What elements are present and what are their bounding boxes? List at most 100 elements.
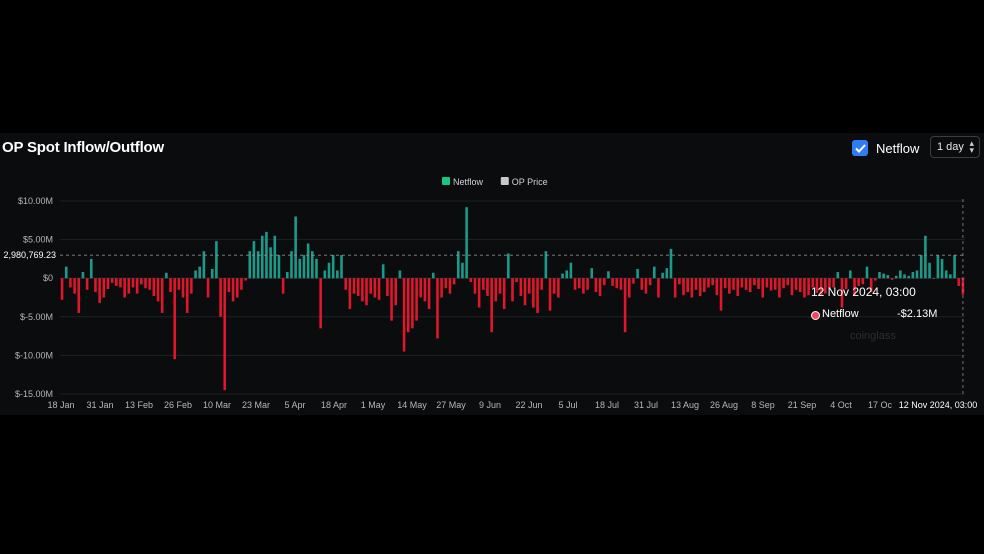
netflow-bar[interactable] <box>890 278 894 280</box>
netflow-bar[interactable] <box>365 278 368 306</box>
netflow-bar[interactable] <box>782 278 785 289</box>
netflow-bar[interactable] <box>582 278 585 294</box>
netflow-bar[interactable] <box>465 207 468 279</box>
netflow-bar[interactable] <box>623 278 627 333</box>
netflow-bar[interactable] <box>269 247 272 279</box>
netflow-bar[interactable] <box>306 243 310 279</box>
netflow-bar[interactable] <box>586 278 589 290</box>
netflow-bar[interactable] <box>461 262 464 279</box>
netflow-bar[interactable] <box>177 278 181 290</box>
netflow-bar[interactable] <box>98 278 101 303</box>
netflow-bar[interactable] <box>532 278 535 308</box>
netflow-bar[interactable] <box>761 278 765 298</box>
netflow-bar[interactable] <box>719 278 723 311</box>
netflow-bar[interactable] <box>627 278 631 298</box>
netflow-bar[interactable] <box>878 272 881 279</box>
netflow-bar[interactable] <box>140 278 143 285</box>
netflow-bar[interactable] <box>757 278 760 290</box>
netflow-bar[interactable] <box>373 278 377 298</box>
netflow-bar[interactable] <box>740 278 744 288</box>
netflow-bar[interactable] <box>686 278 689 293</box>
netflow-bar[interactable] <box>565 270 569 279</box>
netflow-bar[interactable] <box>577 278 581 289</box>
netflow-bar[interactable] <box>77 278 81 313</box>
netflow-bar[interactable] <box>669 248 673 279</box>
netflow-bar[interactable] <box>240 278 243 290</box>
netflow-bar[interactable] <box>294 216 297 279</box>
netflow-bar[interactable] <box>953 255 956 279</box>
netflow-bar[interactable] <box>690 278 694 298</box>
netflow-bar[interactable] <box>85 278 89 290</box>
netflow-bar[interactable] <box>932 278 936 279</box>
netflow-bar[interactable] <box>678 278 681 285</box>
netflow-bar[interactable] <box>131 278 135 288</box>
netflow-bar[interactable] <box>519 278 523 296</box>
netflow-bar[interactable] <box>215 241 218 279</box>
netflow-bar[interactable] <box>723 278 727 289</box>
netflow-bar[interactable] <box>181 278 185 298</box>
netflow-bar[interactable] <box>102 278 106 298</box>
netflow-bar[interactable] <box>707 278 710 288</box>
netflow-bar[interactable] <box>786 278 790 286</box>
netflow-bar[interactable] <box>160 278 164 313</box>
netflow-bar[interactable] <box>81 272 85 279</box>
netflow-bar[interactable] <box>507 253 510 279</box>
netflow-bar[interactable] <box>440 278 443 298</box>
netflow-bar[interactable] <box>286 272 289 279</box>
netflow-bar[interactable] <box>448 278 452 294</box>
netflow-bar[interactable] <box>536 278 539 313</box>
netflow-bar[interactable] <box>640 278 644 290</box>
netflow-bar[interactable] <box>206 278 210 298</box>
netflow-bar[interactable] <box>694 278 698 290</box>
netflow-bar[interactable] <box>423 278 427 302</box>
netflow-bar[interactable] <box>728 278 731 294</box>
netflow-bar[interactable] <box>227 278 231 293</box>
netflow-bar[interactable] <box>569 262 573 279</box>
netflow-bar[interactable] <box>924 235 927 279</box>
netflow-bar[interactable] <box>753 278 756 286</box>
netflow-bar[interactable] <box>381 264 385 279</box>
netflow-bar[interactable] <box>281 278 285 294</box>
netflow-bar[interactable] <box>548 278 552 311</box>
netflow-bar[interactable] <box>173 278 176 360</box>
netflow-bar[interactable] <box>411 278 414 329</box>
netflow-bar[interactable] <box>732 278 735 290</box>
netflow-bar[interactable] <box>894 275 898 279</box>
netflow-bar[interactable] <box>711 278 714 286</box>
netflow-bar[interactable] <box>394 278 398 306</box>
netflow-bar[interactable] <box>903 274 906 279</box>
netflow-bar[interactable] <box>794 278 798 290</box>
netflow-bar[interactable] <box>527 278 531 294</box>
netflow-bar[interactable] <box>773 278 777 290</box>
netflow-bar[interactable] <box>573 278 577 290</box>
netflow-bar[interactable] <box>619 278 623 290</box>
netflow-bar[interactable] <box>765 278 769 288</box>
netflow-bar[interactable] <box>803 278 806 298</box>
netflow-bar[interactable] <box>598 278 602 296</box>
netflow-bar[interactable] <box>882 273 885 279</box>
netflow-bar[interactable] <box>778 278 781 298</box>
netflow-bar[interactable] <box>540 278 543 290</box>
netflow-bar[interactable] <box>469 278 473 283</box>
netflow-bar[interactable] <box>523 278 527 306</box>
netflow-bar[interactable] <box>807 278 810 296</box>
netflow-bar[interactable] <box>377 278 381 300</box>
netflow-bar[interactable] <box>419 278 423 298</box>
netflow-bar[interactable] <box>899 270 902 279</box>
netflow-bar[interactable] <box>436 278 439 339</box>
netflow-bar[interactable] <box>123 278 126 298</box>
netflow-bar[interactable] <box>648 278 652 286</box>
netflow-bar[interactable] <box>235 278 239 298</box>
netflow-bar[interactable] <box>336 270 339 279</box>
netflow-bar[interactable] <box>961 278 965 295</box>
netflow-bar[interactable] <box>369 278 372 294</box>
netflow-bar[interactable] <box>452 278 456 285</box>
netflow-bar[interactable] <box>273 235 277 279</box>
netflow-bar[interactable] <box>936 255 940 279</box>
netflow-bar[interactable] <box>152 278 156 296</box>
legend-label-0[interactable]: Netflow <box>453 177 484 187</box>
netflow-bar[interactable] <box>231 278 235 302</box>
netflow-bar[interactable] <box>615 278 619 289</box>
netflow-bar[interactable] <box>415 278 418 321</box>
netflow-bar[interactable] <box>244 278 247 281</box>
